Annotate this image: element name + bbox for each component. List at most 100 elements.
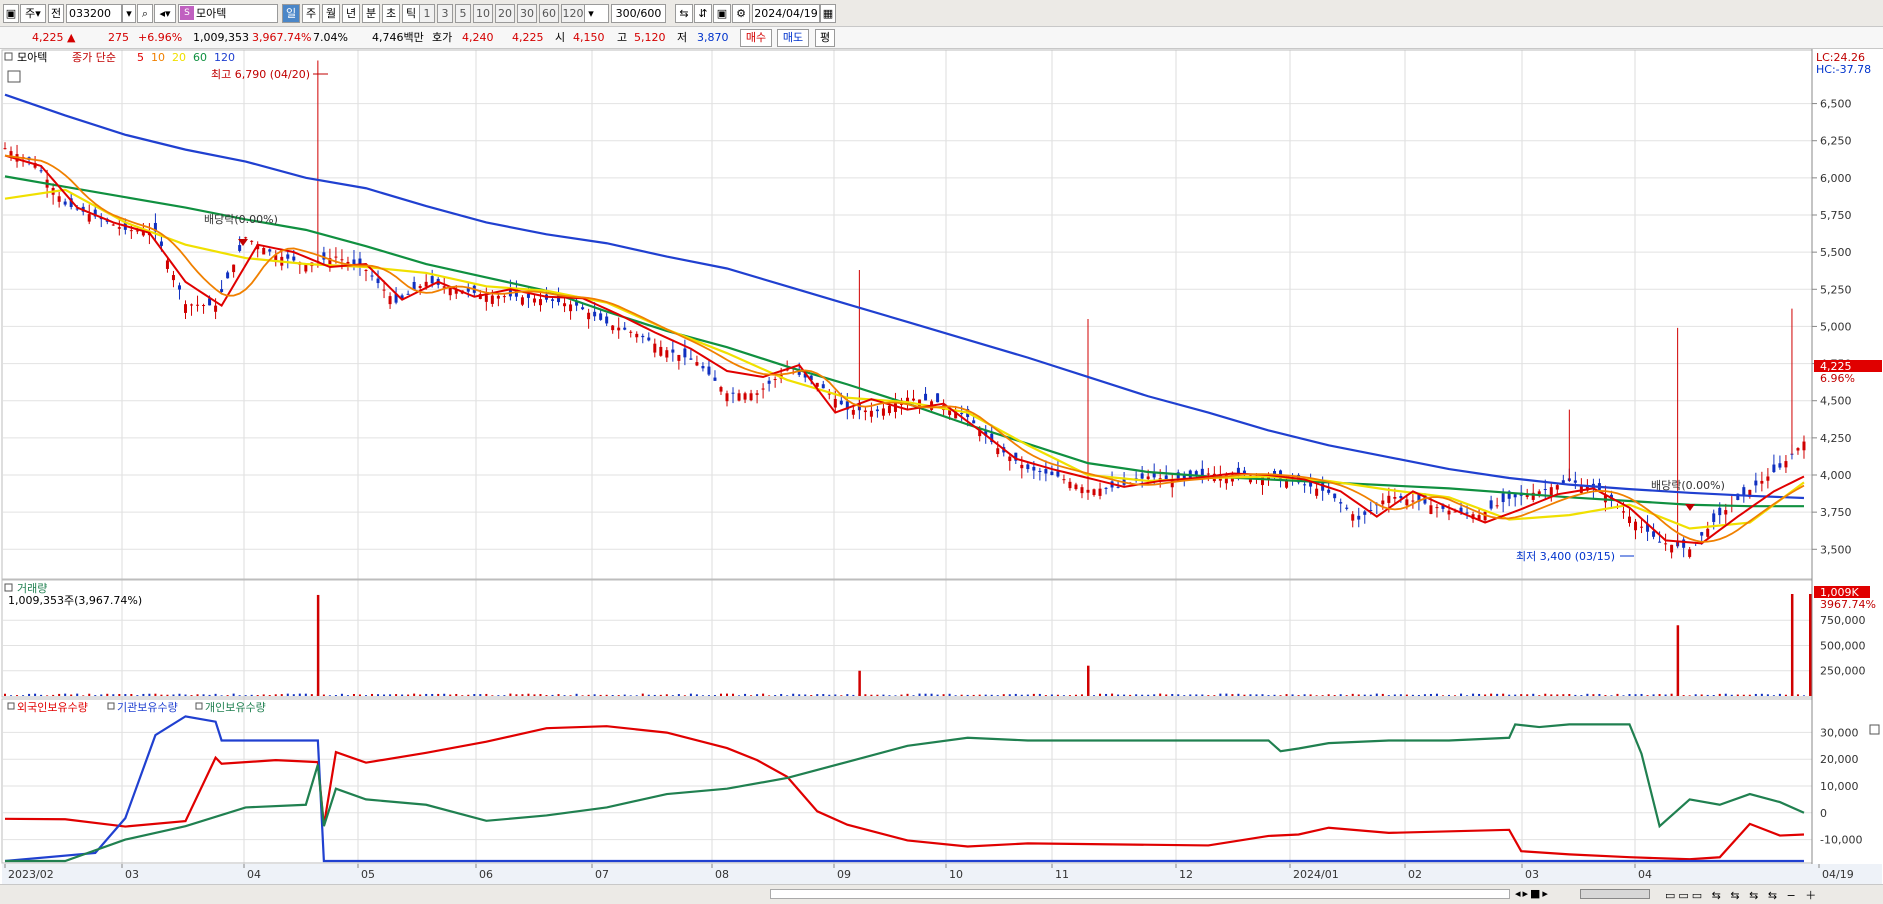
code-dropdown-icon[interactable]: ▾ — [122, 4, 136, 23]
count-field[interactable]: 300/600 — [611, 4, 666, 23]
volume-bar — [605, 694, 608, 696]
panel-menu-icon[interactable] — [4, 52, 13, 61]
volume-bar — [1014, 693, 1017, 696]
scroll-thumb[interactable] — [1580, 889, 1650, 899]
candle-body — [111, 224, 115, 226]
volume-bar — [1105, 693, 1108, 696]
volume-bar — [996, 695, 999, 696]
buy-button[interactable]: 매수 — [740, 29, 772, 47]
volume-bar — [437, 693, 440, 696]
volume-bar — [1339, 694, 1342, 696]
volume-bar — [148, 693, 151, 696]
low-label: 저 — [677, 31, 688, 44]
holding-close-icon[interactable] — [1869, 724, 1880, 735]
candle-body — [881, 408, 885, 416]
volume-bar — [262, 694, 265, 696]
save-icon[interactable]: ▣ — [713, 4, 731, 23]
interval-button-4[interactable]: 20 — [495, 4, 515, 23]
period-button-2[interactable]: 월 — [322, 4, 340, 23]
period-type-label: 주 — [25, 7, 36, 20]
tool-icon-1[interactable]: ⇆ — [675, 4, 693, 23]
volume-bar — [810, 695, 813, 696]
interval-button-2[interactable]: 5 — [455, 4, 471, 23]
candle-body — [159, 241, 163, 246]
settings-icon[interactable]: ⚙ — [732, 4, 750, 23]
interval-button-5[interactable]: 30 — [517, 4, 537, 23]
candle-body — [1621, 511, 1625, 513]
volume-bar — [443, 693, 446, 696]
speaker-icon[interactable]: ◂▾ — [154, 4, 176, 23]
volume-bar — [1231, 694, 1234, 696]
volume-bar — [1345, 695, 1348, 696]
search-icon[interactable]: ⌕ — [137, 4, 153, 23]
volume-bar — [1363, 694, 1366, 696]
scroll-track[interactable] — [770, 889, 1510, 899]
volume-bar — [136, 695, 139, 696]
volume-bar — [244, 695, 247, 696]
code-input[interactable]: 033200 — [66, 4, 122, 23]
volume-bar — [671, 695, 674, 696]
candle-body — [1092, 489, 1096, 496]
y-tick-label: 4,250 — [1820, 432, 1852, 445]
candle-body — [1393, 496, 1397, 499]
date-field[interactable]: 2024/04/19 — [752, 4, 820, 23]
candle-body — [39, 170, 43, 172]
candle-body — [731, 392, 735, 394]
period-type-select[interactable]: 주▾ — [20, 4, 46, 23]
volume-bar — [738, 695, 741, 696]
ma-legend-item: 5 — [137, 51, 144, 64]
volume-panel-icon[interactable] — [4, 583, 13, 592]
volume-bar — [1141, 694, 1144, 696]
interval-button-6[interactable]: 60 — [539, 4, 559, 23]
volume-bar — [732, 693, 735, 696]
candle-body — [244, 237, 248, 239]
y-tick-label: 4,000 — [1820, 469, 1852, 482]
volume-bar — [533, 694, 536, 696]
zoom-buttons[interactable]: ▭▭▭ ⇆ ⇆ ⇆ ⇆ − ＋ — [1665, 887, 1819, 903]
candle-body — [448, 287, 452, 296]
stock-name-field[interactable]: S 모아텍 — [178, 4, 278, 23]
nav-buttons[interactable]: ◂▸■▸ — [1515, 887, 1550, 900]
candle-body — [484, 295, 488, 302]
candle-body — [238, 245, 242, 251]
period-button-0[interactable]: 일 — [282, 4, 300, 23]
candle-body — [1020, 464, 1024, 469]
ma-legend-item: 10 — [151, 51, 165, 64]
period-button-1[interactable]: 주 — [302, 4, 320, 23]
volume-bar — [1809, 594, 1812, 696]
volume-bar — [1225, 693, 1228, 696]
period-button-6[interactable]: 틱 — [402, 4, 420, 23]
period-button-4[interactable]: 분 — [362, 4, 380, 23]
sell-button[interactable]: 매도 — [777, 29, 809, 47]
volume-bar — [1026, 694, 1029, 696]
volume-bar — [371, 693, 374, 696]
volume-bar — [1766, 694, 1769, 696]
all-button[interactable]: 전 — [48, 4, 64, 23]
interval-button-0[interactable]: 1 — [419, 4, 435, 23]
period-button-3[interactable]: 년 — [342, 4, 360, 23]
volume-bar — [94, 695, 97, 696]
interval-button-1[interactable]: 3 — [437, 4, 453, 23]
candle-body — [1303, 484, 1307, 486]
chart-area[interactable]: 모아텍 종가 단순 5 10 20 60 120 LC:24.26 HC:-37.78 … — [0, 49, 1883, 884]
period-button-5[interactable]: 초 — [382, 4, 400, 23]
stock-logo-icon: S — [180, 6, 194, 20]
candle-body — [1062, 479, 1066, 481]
panel-settings-icon[interactable] — [7, 70, 21, 83]
candle-body — [647, 337, 651, 341]
eval-button[interactable]: 평 — [815, 29, 835, 47]
volume-bar — [1369, 694, 1372, 696]
interval-button-7[interactable]: 120 — [561, 4, 585, 23]
tool-icon-2[interactable]: ⇵ — [694, 4, 712, 23]
candle-body — [1339, 502, 1343, 504]
candle-body — [418, 286, 422, 288]
candle-body — [190, 304, 194, 306]
chart-menu-icon[interactable]: ▣ — [3, 4, 19, 23]
candle-body — [617, 327, 621, 331]
interval-button-3[interactable]: 10 — [473, 4, 493, 23]
volume-bar — [1610, 695, 1613, 696]
volume-bar — [52, 694, 55, 696]
volume-bar — [629, 695, 632, 696]
volume-bar — [828, 694, 831, 696]
calendar-icon[interactable]: ▦ — [820, 4, 836, 23]
